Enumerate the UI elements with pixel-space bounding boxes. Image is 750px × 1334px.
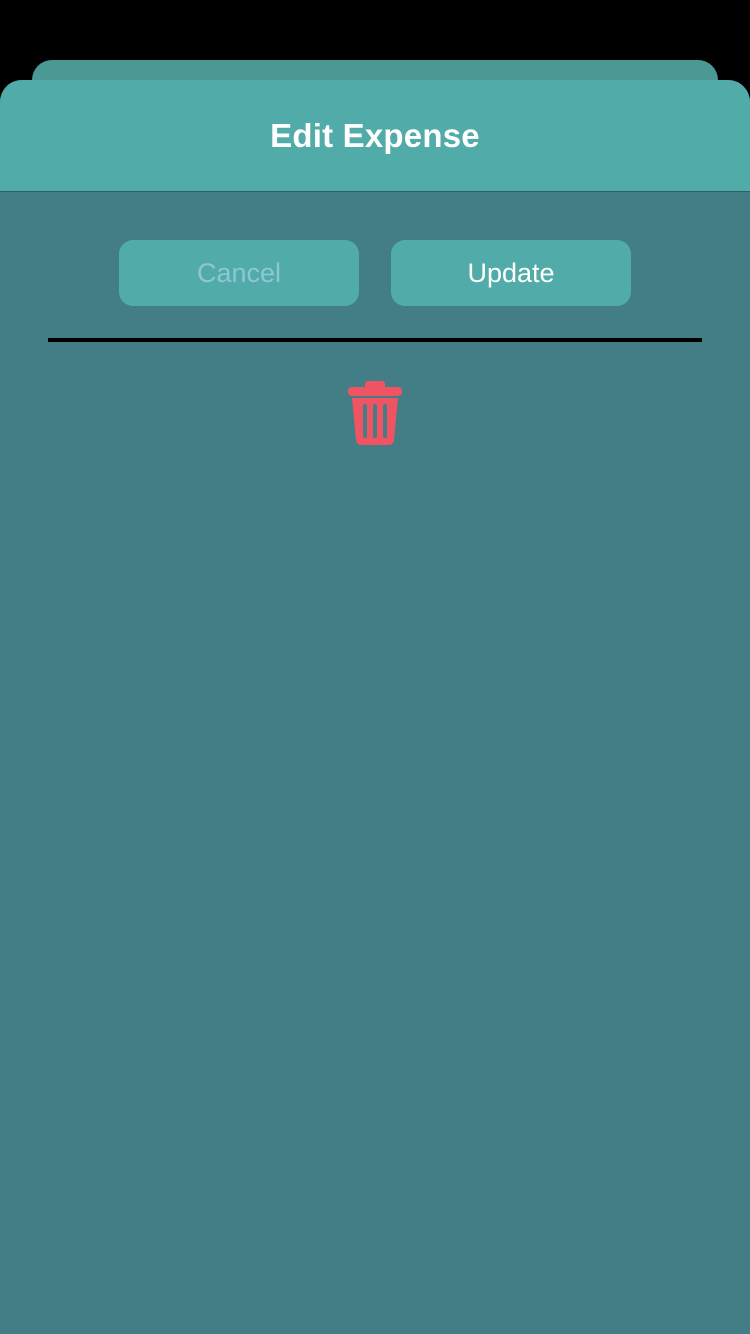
delete-button[interactable]	[346, 380, 404, 446]
edit-expense-sheet: Edit Expense Cancel Update	[0, 80, 750, 1334]
sheet-title: Edit Expense	[270, 116, 480, 154]
trash-icon	[348, 381, 402, 445]
update-button[interactable]: Update	[391, 240, 631, 306]
divider	[48, 338, 702, 342]
sheet-header: Edit Expense	[0, 80, 750, 192]
cancel-button[interactable]: Cancel	[119, 240, 359, 306]
